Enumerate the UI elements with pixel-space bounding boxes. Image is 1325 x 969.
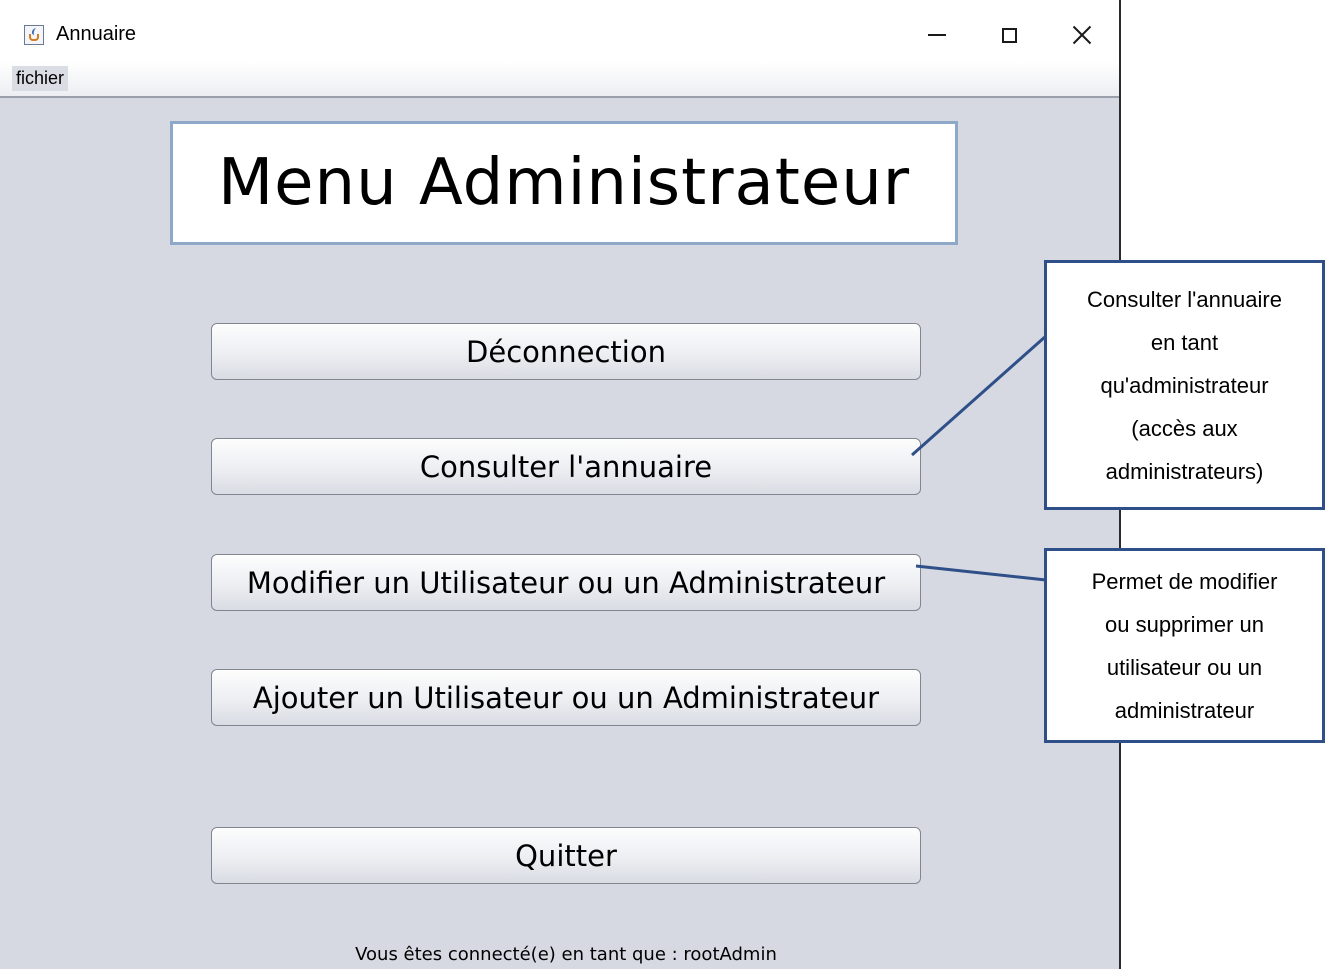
connector-modifier [915,564,1047,582]
callout-line: administrateurs) [1105,458,1264,484]
callout-line: en tant [1150,329,1219,355]
callout-line: utilisateur ou un [1106,654,1263,680]
callout-line: administrateur [1114,697,1255,723]
callout-line: Consulter l'annuaire [1087,286,1282,312]
callout-line: ou supprimer un [1105,611,1264,637]
callout-line: Permet de modifier [1091,568,1278,594]
callout-line: (accès aux [1131,415,1238,441]
callout-modifier: Permet de modifier ou supprimer un utili… [1044,548,1325,743]
callout-line: qu'administrateur [1100,372,1269,398]
connector-consulter [911,334,1047,457]
page: Annuaire fichier Menu Administrateur Déc… [0,0,1325,969]
callout-consulter: Consulter l'annuaire en tant qu'administ… [1044,260,1325,510]
